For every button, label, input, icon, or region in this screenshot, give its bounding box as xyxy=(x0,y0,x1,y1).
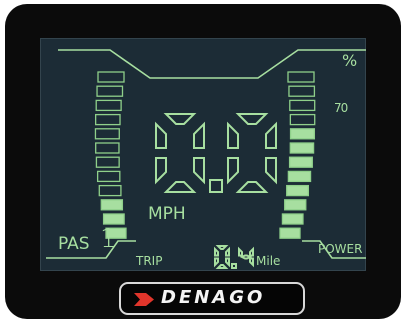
digit-segment xyxy=(235,113,269,125)
digit-segment xyxy=(155,157,167,185)
digit-segment xyxy=(265,121,277,149)
decimal-point xyxy=(209,179,223,193)
assist-segment xyxy=(94,113,121,126)
decimal-point xyxy=(231,263,237,269)
digit-segment xyxy=(193,157,205,185)
assist-segment xyxy=(95,156,120,168)
assist-segment xyxy=(96,85,124,97)
power-segment xyxy=(279,227,301,239)
assist-segment xyxy=(102,213,125,225)
percent-symbol: % xyxy=(342,51,358,70)
digit-segment xyxy=(155,121,167,149)
digit-segment xyxy=(238,246,243,257)
assist-segment xyxy=(100,199,124,211)
assist-segment xyxy=(95,142,120,154)
power-segment xyxy=(289,113,316,126)
pas-level: 1 xyxy=(100,224,117,254)
trip-label: TRIP xyxy=(136,254,163,268)
power-segment xyxy=(289,142,315,154)
digit-segment xyxy=(249,257,254,268)
power-segment xyxy=(289,128,316,140)
digit-segment xyxy=(163,113,197,125)
digit-segment xyxy=(265,157,277,185)
trip-readout xyxy=(214,245,254,269)
brand-badge: DENAGO xyxy=(119,282,305,315)
assist-segment xyxy=(98,184,122,197)
digit-segment xyxy=(215,245,229,250)
power-segment xyxy=(287,170,312,183)
power-segment xyxy=(284,199,307,211)
power-segment xyxy=(281,213,304,225)
assist-segment xyxy=(94,128,120,140)
digit-segment xyxy=(239,254,253,260)
pas-label: PAS xyxy=(58,234,90,254)
digit-segment xyxy=(235,181,269,193)
digit-segment xyxy=(225,257,230,268)
power-segment xyxy=(288,85,316,97)
power-segment xyxy=(289,99,316,112)
digit-segment xyxy=(227,157,239,185)
digit-segment xyxy=(227,121,239,149)
trip-unit: Mile xyxy=(256,254,281,268)
power-scale-mark: 70 xyxy=(334,101,348,115)
digit-segment xyxy=(193,121,205,149)
power-segment xyxy=(286,184,310,197)
power-label: POWER xyxy=(318,242,363,256)
power-gauge xyxy=(279,71,316,239)
brand-arrow-icon xyxy=(134,293,154,306)
digit-segment xyxy=(214,246,219,257)
assist-segment xyxy=(97,71,125,83)
power-segment xyxy=(287,71,315,83)
digit-segment xyxy=(249,246,254,257)
brand-name: DENAGO xyxy=(161,287,266,308)
assist-segment xyxy=(96,170,121,183)
power-segment xyxy=(288,156,313,168)
speed-readout xyxy=(155,113,277,193)
digit-segment xyxy=(214,257,219,268)
digit-segment xyxy=(163,181,197,193)
digit-segment xyxy=(225,246,230,257)
assist-gauge xyxy=(94,71,127,239)
speed-unit: MPH xyxy=(148,204,186,224)
lcd-screen: % 70 MPH PAS 1 TRIP Mile POWER xyxy=(40,38,366,271)
digit-segment xyxy=(215,264,229,269)
assist-segment xyxy=(95,99,122,112)
